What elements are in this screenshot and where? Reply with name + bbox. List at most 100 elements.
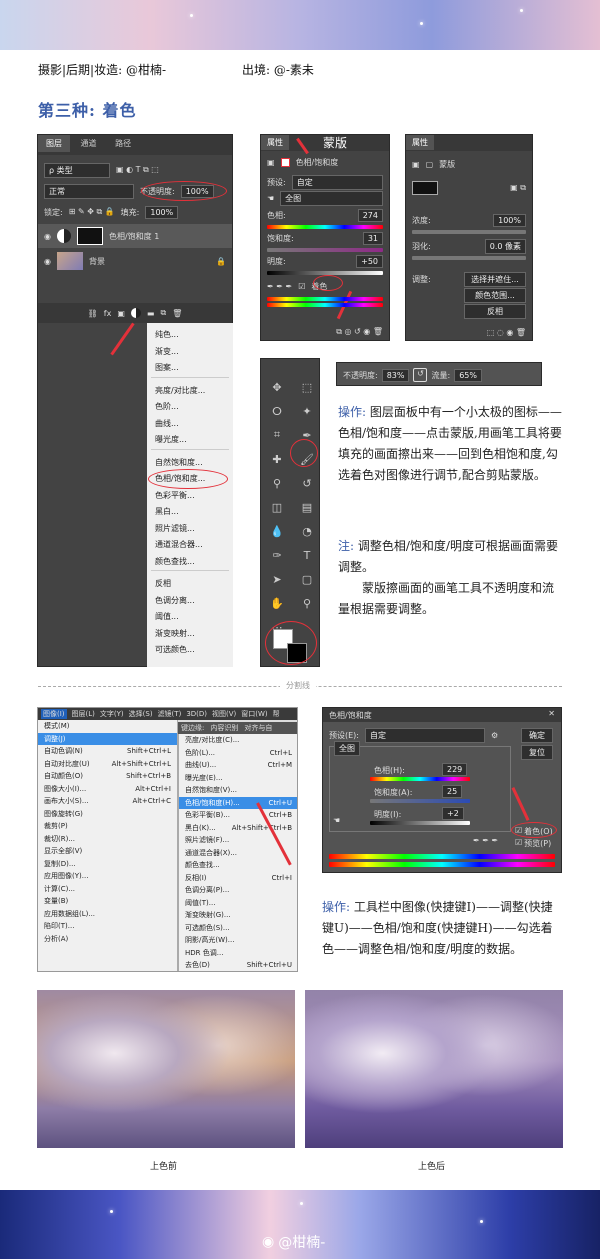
blend-mode-select[interactable]: 正常 bbox=[44, 183, 134, 199]
channel-select[interactable]: 全图 bbox=[280, 190, 383, 206]
shape-icon[interactable]: ▢ bbox=[295, 567, 319, 591]
menu-item[interactable]: 复制(D)... bbox=[38, 858, 177, 871]
marquee-icon[interactable]: ⬚ bbox=[295, 375, 319, 399]
reset-button[interactable]: 复位 bbox=[521, 745, 553, 760]
menu-item[interactable]: 色调分离... bbox=[147, 593, 233, 610]
menu-bar-item[interactable]: 视图(V) bbox=[212, 709, 236, 719]
menu-item[interactable]: 纯色... bbox=[147, 327, 233, 344]
menu-bar-item[interactable]: 滤镜(T) bbox=[158, 709, 182, 719]
menu-item[interactable]: 可选颜色... bbox=[147, 642, 233, 659]
tab-paths[interactable]: 路径 bbox=[107, 135, 139, 152]
menu-item[interactable]: 裁剪(P) bbox=[38, 820, 177, 833]
menu-item[interactable]: 调整(J) bbox=[38, 732, 177, 745]
menu-bar-item[interactable]: 窗口(W) bbox=[241, 709, 267, 719]
preset-select[interactable]: 自定 bbox=[291, 174, 383, 190]
hue-input[interactable]: 274 bbox=[357, 208, 383, 222]
menu-item[interactable]: 显示全部(V) bbox=[38, 845, 177, 858]
color-range-button[interactable]: 颜色范围... bbox=[464, 287, 526, 303]
eye-icon[interactable]: ◉ bbox=[44, 257, 51, 266]
close-icon[interactable]: ✕ bbox=[548, 709, 555, 718]
menu-item[interactable]: 色彩平衡(B)... Ctrl+B bbox=[179, 809, 297, 822]
layer-filter-select[interactable]: ρ 类型 bbox=[44, 162, 110, 178]
lightness-input[interactable]: +50 bbox=[356, 254, 383, 268]
menu-item[interactable]: 色阶(L)... Ctrl+L bbox=[179, 747, 297, 760]
fill-input[interactable]: 100% bbox=[145, 205, 179, 219]
menu-item[interactable]: 颜色查找... bbox=[147, 554, 233, 571]
menu-item[interactable]: 自然饱和度(V)... bbox=[179, 784, 297, 797]
pen-icon[interactable]: ✑ bbox=[265, 543, 289, 567]
menu-item[interactable]: 曝光度(E)... bbox=[179, 772, 297, 785]
menu-item[interactable]: 黑白(K)... Alt+Shift+Ctrl+B bbox=[179, 822, 297, 835]
gradient-icon[interactable]: ▤ bbox=[295, 495, 319, 519]
saturation-input[interactable]: 25 bbox=[442, 785, 463, 798]
menu-item[interactable]: 分析(A) bbox=[38, 933, 177, 946]
lock-icons[interactable]: ⊞ ✎ ✥ ⧉ 🔒 bbox=[69, 207, 115, 217]
menu-item[interactable]: 可选颜色(S)... bbox=[179, 922, 297, 935]
history-brush-icon[interactable]: ↺ bbox=[295, 471, 319, 495]
crop-icon[interactable]: ⌗ bbox=[265, 423, 289, 447]
menu-item[interactable]: 颜色查找... bbox=[179, 859, 297, 872]
tab-channels[interactable]: 通道 bbox=[73, 135, 105, 152]
tab-properties[interactable]: 属性 bbox=[261, 135, 289, 150]
tab-properties[interactable]: 属性 bbox=[406, 135, 434, 150]
layer-mask-thumb[interactable] bbox=[76, 227, 103, 245]
menu-item[interactable]: 应用图像(Y)... bbox=[38, 870, 177, 883]
menu-item[interactable]: 图案... bbox=[147, 360, 233, 377]
menu-item[interactable]: 反相(I) Ctrl+I bbox=[179, 872, 297, 885]
menu-item[interactable]: 曲线... bbox=[147, 416, 233, 433]
stamp-icon[interactable]: ⚲ bbox=[265, 471, 289, 495]
menu-item[interactable]: 阈值(T)... bbox=[179, 897, 297, 910]
folder-icon[interactable]: ▬ bbox=[147, 309, 155, 318]
layer-row[interactable]: ◉ 背景 🔒 bbox=[38, 249, 232, 273]
zoom-icon[interactable]: ⚲ bbox=[295, 591, 319, 615]
eye-icon[interactable]: ◉ bbox=[44, 232, 51, 241]
menu-item[interactable]: 陷印(T)... bbox=[38, 920, 177, 933]
menu-item[interactable]: 自动色调(N) Shift+Ctrl+L bbox=[38, 745, 177, 758]
channel-select[interactable]: 全图 bbox=[334, 741, 360, 756]
density-slider[interactable] bbox=[412, 230, 526, 234]
menu-item[interactable]: 亮度/对比度... bbox=[147, 383, 233, 400]
hand-icon[interactable]: ✋ bbox=[265, 591, 289, 615]
eraser-icon[interactable]: ◫ bbox=[265, 495, 289, 519]
adjustment-icon[interactable] bbox=[130, 308, 141, 318]
preview-checkbox[interactable]: ☑ bbox=[515, 838, 522, 849]
menu-item[interactable]: 曝光度... bbox=[147, 432, 233, 449]
menu-item[interactable]: 渐变... bbox=[147, 344, 233, 361]
trash-icon[interactable]: 🗑 bbox=[172, 309, 182, 318]
pressure-icon[interactable]: ↺ bbox=[413, 368, 428, 382]
preview-row[interactable]: ☑ 预览(P) bbox=[515, 838, 551, 849]
menu-item[interactable]: 亮度/对比度(C)... bbox=[179, 734, 297, 747]
feather-input[interactable]: 0.0 像素 bbox=[484, 238, 526, 254]
menu-bar-item[interactable]: 图像(I) bbox=[41, 709, 67, 719]
menu-item[interactable]: 色相/饱和度(H)... Ctrl+U bbox=[179, 796, 297, 809]
mask-toggle-icon[interactable] bbox=[280, 157, 290, 167]
magic-wand-icon[interactable]: ✦ bbox=[295, 399, 319, 423]
menu-item[interactable]: 色阶... bbox=[147, 399, 233, 416]
invert-button[interactable]: 反相 bbox=[464, 303, 526, 319]
menu-item[interactable]: 黑白... bbox=[147, 504, 233, 521]
fx-icon[interactable]: fx bbox=[104, 309, 112, 318]
blur-icon[interactable]: 💧 bbox=[265, 519, 289, 543]
footer-icons[interactable]: ⬚ ◌ ◉ 🗑 bbox=[487, 328, 526, 337]
tab-layers[interactable]: 图层 bbox=[38, 135, 70, 152]
layer-row[interactable]: ◉ 色相/饱和度 1 bbox=[38, 224, 232, 248]
colorize-checkbox[interactable]: ☑ bbox=[298, 282, 305, 291]
add-mask-icon[interactable]: ▣ bbox=[117, 309, 125, 318]
options-bar-item[interactable]: 键边缘: bbox=[181, 723, 204, 733]
lightness-input[interactable]: +2 bbox=[442, 807, 464, 820]
menu-item[interactable]: 裁切(R)... bbox=[38, 833, 177, 846]
menu-item[interactable]: 去色(D) Shift+Ctrl+U bbox=[179, 959, 297, 971]
options-bar-item[interactable]: 内容识别 bbox=[210, 723, 238, 733]
eyedropper-icons[interactable]: ✒ ✒ ✒ bbox=[473, 836, 498, 845]
feather-slider[interactable] bbox=[412, 256, 526, 260]
select-mask-button[interactable]: 选择并遮住... bbox=[464, 271, 526, 287]
menu-item[interactable]: 图像旋转(G) bbox=[38, 808, 177, 821]
healing-icon[interactable]: ✚ bbox=[265, 447, 289, 471]
menu-item[interactable]: 画布大小(S)... Alt+Ctrl+C bbox=[38, 795, 177, 808]
hand-icon[interactable]: ☚ bbox=[267, 194, 274, 203]
menu-item[interactable]: 图像大小(I)... Alt+Ctrl+I bbox=[38, 783, 177, 796]
new-layer-icon[interactable]: ⧉ bbox=[160, 308, 166, 318]
eyedropper-icons[interactable]: ✒ ✒ ✒ bbox=[267, 282, 292, 291]
menu-item[interactable]: 色彩平衡... bbox=[147, 488, 233, 505]
menu-item[interactable]: 通道混合器... bbox=[147, 537, 233, 554]
